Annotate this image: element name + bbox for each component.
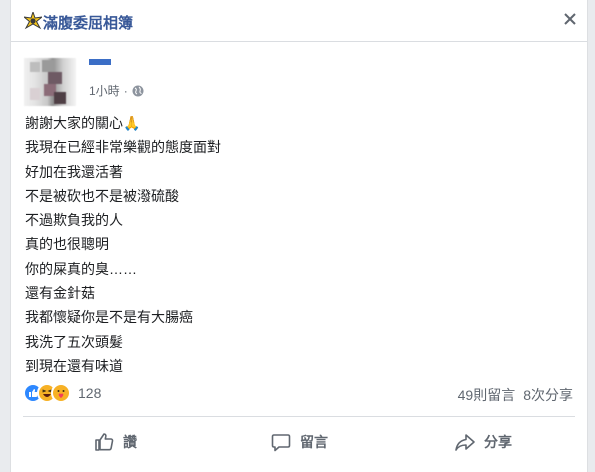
globe-icon[interactable] (132, 85, 144, 97)
post-header: 滿腹委屈相簿 (11, 0, 587, 42)
page-badge-icon (24, 12, 42, 30)
post-line: 真的也很聰明 (25, 236, 109, 253)
post-meta: 1小時 · (89, 82, 144, 99)
post-timestamp[interactable]: 1小時 (89, 82, 120, 99)
post-line: 好加在我還活著 (25, 163, 123, 180)
thumbs-up-icon (95, 433, 114, 451)
post-line: 你的屎真的臭…… (25, 260, 137, 277)
comment-button[interactable]: 留言 (207, 422, 391, 462)
author-avatar[interactable] (24, 58, 76, 106)
share-count[interactable]: 8次分享 (523, 385, 573, 405)
like-label: 讚 (123, 434, 137, 450)
post-line: 我洗了五次頭髮 (25, 333, 123, 350)
engagement-stats: 49則留言 8次分享 (458, 385, 573, 405)
post-line: 不過欺負我的人 (25, 212, 123, 229)
meta-separator: · (123, 83, 128, 98)
actions-divider (23, 416, 575, 417)
post-line: 謝謝大家的關心🙏 (25, 115, 141, 131)
speech-bubble-icon (271, 434, 291, 452)
care-reaction-icon (51, 383, 71, 403)
share-label: 分享 (484, 434, 512, 450)
reaction-count[interactable]: 128 (78, 385, 101, 401)
post-line: 我現在已經非常樂觀的態度面對 (25, 139, 221, 156)
like-button[interactable]: 讚 (23, 422, 207, 462)
share-arrow-icon (455, 434, 475, 451)
post-line: 還有金針菇 (25, 285, 95, 302)
reaction-summary[interactable]: 128 (23, 383, 101, 403)
share-button[interactable]: 分享 (391, 422, 575, 462)
page-name-link[interactable]: 滿腹委屈相簿 (43, 12, 133, 33)
post-line: 到現在還有味道 (25, 357, 123, 374)
post-line: 我都懷疑你是不是有大腸癌 (25, 309, 193, 326)
post-actions: 讚 留言 分享 (23, 422, 575, 462)
post-card: 滿腹委屈相簿 1小時 · 謝謝大家的關心🙏 我現在已經非常樂觀的態度面對 好加在… (10, 0, 588, 472)
post-line: 不是被砍也不是被潑硫酸 (25, 187, 179, 204)
comment-label: 留言 (300, 434, 328, 450)
post-body: 謝謝大家的關心🙏 我現在已經非常樂觀的態度面對 好加在我還活著 不是被砍也不是被… (25, 111, 565, 378)
close-icon[interactable] (561, 10, 579, 28)
comment-count[interactable]: 49則留言 (458, 385, 516, 405)
author-name-redacted[interactable] (89, 59, 111, 65)
